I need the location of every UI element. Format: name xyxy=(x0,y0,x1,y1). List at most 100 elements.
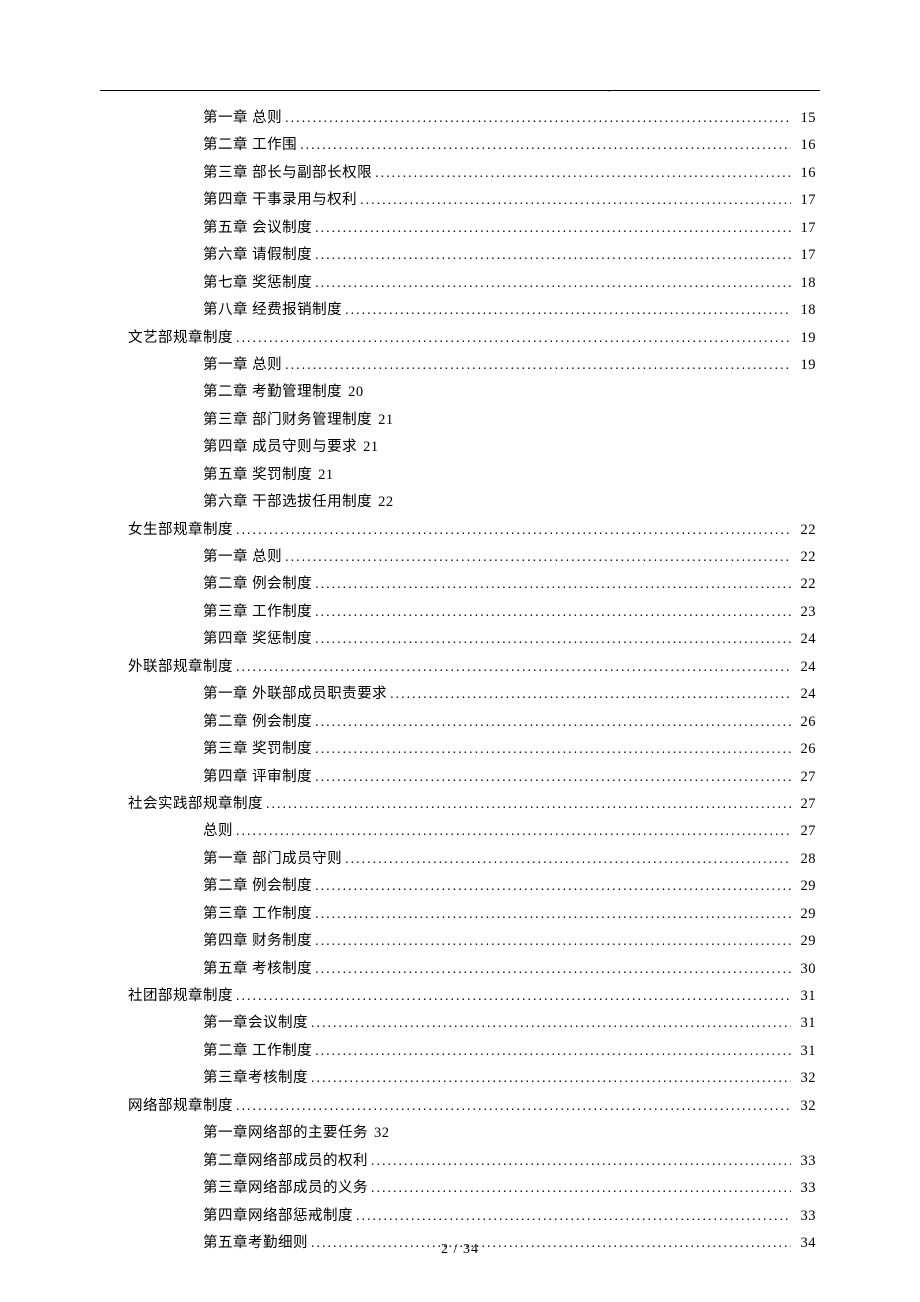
toc-entry-page: 24 xyxy=(794,632,816,648)
toc-entry-label: 第一章网络部的主要任务 xyxy=(203,1126,368,1142)
toc-leader-dots xyxy=(266,797,791,813)
toc-entry-label: 第六章 请假制度 xyxy=(203,248,312,264)
toc-entry: 第一章网络部的主要任务32 xyxy=(128,1126,816,1142)
toc-leader-dots xyxy=(315,605,791,621)
toc-entry-page: 26 xyxy=(794,742,816,758)
toc-leader-dots xyxy=(236,989,791,1005)
toc-entry-label: 第五章 会议制度 xyxy=(203,221,312,237)
toc-entry-label: 女生部规章制度 xyxy=(128,523,233,539)
toc-entry-label: 第六章 干部选拔任用制度 xyxy=(203,495,372,511)
toc-entry: 第二章网络部成员的权利33 xyxy=(128,1154,816,1170)
toc-entry: 第三章 工作制度23 xyxy=(128,605,816,621)
toc-entry-label: 第五章 奖罚制度 xyxy=(203,468,312,484)
toc-leader-dots xyxy=(315,248,791,264)
toc-entry-page: 23 xyxy=(794,605,816,621)
toc-leader-dots xyxy=(236,660,791,676)
toc-entry: 社会实践部规章制度27 xyxy=(128,797,816,813)
toc-entry-label: 第二章 例会制度 xyxy=(203,577,312,593)
toc-entry-page: 22 xyxy=(794,577,816,593)
toc-leader-dots xyxy=(371,1154,791,1170)
toc-entry-label: 外联部规章制度 xyxy=(128,660,233,676)
toc-entry: 第一章 外联部成员职责要求24 xyxy=(128,687,816,703)
toc-entry-label: 文艺部规章制度 xyxy=(128,331,233,347)
toc-leader-dots xyxy=(285,358,791,374)
toc-leader-dots xyxy=(285,111,791,127)
toc-entry: 第六章 干部选拔任用制度22 xyxy=(128,495,816,511)
toc-entry-page: 15 xyxy=(794,111,816,127)
header-rule: . xyxy=(100,90,820,91)
toc-entry-label: 第五章 考核制度 xyxy=(203,962,312,978)
toc-entry: 第八章 经费报销制度18 xyxy=(128,303,816,319)
toc-entry-label: 第八章 经费报销制度 xyxy=(203,303,342,319)
toc-leader-dots xyxy=(315,962,791,978)
footer-separator: / xyxy=(449,1242,463,1257)
toc-entry: 第三章 工作制度29 xyxy=(128,907,816,923)
toc-entry-page: 21 xyxy=(318,468,334,484)
toc-leader-dots xyxy=(285,550,791,566)
toc-entry: 第三章网络部成员的义务33 xyxy=(128,1181,816,1197)
toc-entry: 第一章 总则19 xyxy=(128,358,816,374)
toc-entry: 第一章 总则 15 xyxy=(128,111,816,127)
toc-entry-label: 社团部规章制度 xyxy=(128,989,233,1005)
toc-leader-dots xyxy=(311,1016,791,1032)
toc-entry-label: 第四章网络部惩戒制度 xyxy=(203,1209,353,1225)
toc-entry-label: 第一章 总则 xyxy=(203,550,282,566)
toc-entry-label: 第七章 奖惩制度 xyxy=(203,276,312,292)
toc-entry-page: 29 xyxy=(794,934,816,950)
toc-entry: 第二章 工作制度31 xyxy=(128,1044,816,1060)
toc-leader-dots xyxy=(315,221,791,237)
toc-entry-page: 22 xyxy=(794,523,816,539)
toc-entry-page: 33 xyxy=(794,1181,816,1197)
toc-entry: 第三章 部门财务管理制度21 xyxy=(128,413,816,429)
toc-entry-page: 29 xyxy=(794,879,816,895)
toc-entry: 第四章 财务制度 29 xyxy=(128,934,816,950)
toc-leader-dots xyxy=(236,824,791,840)
toc-entry-label: 第二章网络部成员的权利 xyxy=(203,1154,368,1170)
toc-entry: 第五章 奖罚制度 21 xyxy=(128,468,816,484)
toc-leader-dots xyxy=(345,303,791,319)
toc-leader-dots xyxy=(315,770,791,786)
toc-entry-label: 第二章 例会制度 xyxy=(203,879,312,895)
toc-leader-dots xyxy=(315,742,791,758)
toc-entry-label: 第三章 部长与副部长权限 xyxy=(203,166,372,182)
toc-leader-dots xyxy=(315,577,791,593)
toc-entry: 网络部规章制度32 xyxy=(128,1099,816,1115)
toc-entry-label: 第四章 成员守则与要求 xyxy=(203,440,357,456)
toc-entry: 第五章 考核制度30 xyxy=(128,962,816,978)
toc-entry: 第四章 干事录用与权利 17 xyxy=(128,193,816,209)
toc-entry: 社团部规章制度31 xyxy=(128,989,816,1005)
toc-entry: 第二章 考勤管理制度20 xyxy=(128,385,816,401)
toc-leader-dots xyxy=(315,276,791,292)
toc-entry-label: 社会实践部规章制度 xyxy=(128,797,263,813)
toc-entry-label: 第二章 例会制度 xyxy=(203,715,312,731)
footer-total-pages: 34 xyxy=(463,1242,479,1257)
toc-entry-label: 第四章 财务制度 xyxy=(203,934,312,950)
toc-entry: 第二章 例会制度 29 xyxy=(128,879,816,895)
toc-entry: 第六章 请假制度17 xyxy=(128,248,816,264)
toc-entry-page: 28 xyxy=(794,852,816,868)
toc-entry-page: 17 xyxy=(794,193,816,209)
toc-entry-label: 第四章 干事录用与权利 xyxy=(203,193,357,209)
toc-entry-page: 21 xyxy=(363,440,379,456)
toc-entry: 第一章 总则22 xyxy=(128,550,816,566)
toc-entry-label: 第一章 外联部成员职责要求 xyxy=(203,687,387,703)
toc-leader-dots xyxy=(375,166,791,182)
toc-entry-page: 16 xyxy=(794,166,816,182)
toc-entry-page: 27 xyxy=(794,824,816,840)
toc-leader-dots xyxy=(311,1071,791,1087)
toc-entry-label: 第一章 总则 xyxy=(203,111,282,127)
toc-entry-page: 32 xyxy=(794,1071,816,1087)
page-footer: 2 / 34 xyxy=(0,1242,920,1258)
toc-entry: 第三章考核制度32 xyxy=(128,1071,816,1087)
toc-leader-dots xyxy=(236,1099,791,1115)
toc-entry-page: 18 xyxy=(794,276,816,292)
table-of-contents: 第一章 总则 15 第二章 工作围 16 第三章 部长与副部长权限 16 第四章 干事录用与… xyxy=(100,111,820,1252)
toc-leader-dots xyxy=(356,1209,791,1225)
toc-leader-dots xyxy=(236,331,791,347)
toc-entry: 第二章 例会制度 22 xyxy=(128,577,816,593)
toc-entry: 第七章 奖惩制度 18 xyxy=(128,276,816,292)
toc-entry: 第一章 部门成员守则28 xyxy=(128,852,816,868)
header-mark: . xyxy=(608,85,610,94)
toc-entry-page: 16 xyxy=(794,138,816,154)
toc-entry-label: 第二章 工作围 xyxy=(203,138,297,154)
